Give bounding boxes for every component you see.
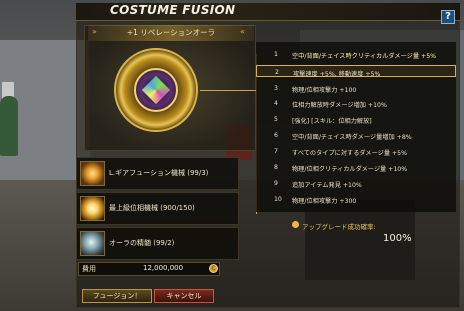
crystal-orb-icon: [80, 231, 105, 256]
stat-row-selected[interactable]: 2 攻撃速度 +5%, 移動速度 +5%: [256, 65, 456, 78]
fusion-button[interactable]: フュージョン！: [82, 289, 152, 303]
stat-row[interactable]: 4 位相力解放時ダメージ増加 +10%: [256, 97, 456, 109]
stat-text: 物理/位相クリティカルダメージ量 +10%: [292, 166, 408, 173]
stat-number: 1: [274, 51, 278, 58]
item-name: +1 リベレーションオーラ: [126, 28, 216, 37]
stat-row[interactable]: 5 [強化] [スキル：位相力解放]: [256, 113, 456, 125]
glow-orb-icon: [80, 161, 105, 186]
stat-row[interactable]: 6 空中/背面/チェイス時ダメージ量増加 +8%: [256, 129, 456, 141]
help-button[interactable]: ?: [441, 10, 455, 24]
stat-text: 位相力解放時ダメージ増加 +10%: [292, 102, 387, 109]
stat-row[interactable]: 7 すべてのタイプに対するダメージ量 +5%: [256, 145, 456, 157]
stat-text: 空中/背面/チェイス時ダメージ量増加 +8%: [292, 134, 412, 141]
stat-text: 物理/位相攻撃力 +300: [292, 198, 357, 205]
stat-number: 10: [274, 196, 282, 203]
material-slot[interactable]: オーラの精髄 (99/2): [76, 227, 239, 260]
stat-row[interactable]: 1 空中/背面/チェイス時クリティカルダメージ量 +5%: [256, 48, 456, 60]
connector-line: [200, 90, 256, 91]
material-slot[interactable]: 最上級位相機械 (900/150): [76, 192, 239, 225]
stat-number: 2: [275, 69, 279, 76]
stat-text: 空中/背面/チェイス時クリティカルダメージ量 +5%: [292, 53, 437, 60]
stat-number: 8: [274, 164, 278, 171]
upgrade-rate-label: アップグレード成功確率:: [302, 223, 376, 231]
stat-number: 5: [274, 116, 278, 123]
stat-text: 攻撃速度 +5%, 移動速度 +5%: [293, 71, 381, 78]
stat-row[interactable]: 3 物理/位相攻撃力 +100: [256, 82, 456, 94]
stat-text: 物理/位相攻撃力 +100: [292, 87, 357, 94]
stat-number: 3: [274, 85, 278, 92]
material-label: L.ギアフューション機械 (99/3): [109, 169, 209, 177]
stat-text: [強化] [スキル：位相力解放]: [292, 118, 372, 125]
stat-number: 9: [274, 180, 278, 187]
stat-text: すべてのタイプに対するダメージ量 +5%: [292, 150, 407, 157]
cancel-button[interactable]: キャンセル: [154, 289, 214, 303]
stat-number: 4: [274, 100, 278, 107]
material-slot[interactable]: L.ギアフューション機械 (99/3): [76, 157, 239, 190]
stat-text: 追加アイテム発見 +10%: [292, 182, 362, 189]
stat-number: 6: [274, 132, 278, 139]
fee-label: 費用: [82, 265, 96, 273]
fee-value: 12,000,000: [143, 264, 184, 272]
stat-row[interactable]: 10 物理/位相攻撃力 +300: [256, 193, 456, 205]
material-label: オーラの精髄 (99/2): [109, 239, 175, 247]
stat-row[interactable]: 8 物理/位相クリティカルダメージ量 +10%: [256, 161, 456, 173]
light-burst-icon: [80, 196, 105, 221]
upgrade-rate-value: 100%: [383, 233, 412, 244]
material-label: 最上級位相機械 (900/150): [109, 204, 195, 212]
window-title: COSTUME FUSION: [110, 3, 236, 17]
tree-shape: [0, 96, 18, 156]
stat-number: 7: [274, 148, 278, 155]
materials-list: L.ギアフューション機械 (99/3) 最上級位相機械 (900/150) オー…: [76, 157, 239, 262]
stat-row[interactable]: 9 追加アイテム発見 +10%: [256, 177, 456, 189]
coin-icon: C: [209, 264, 218, 273]
rate-icon: [292, 221, 299, 228]
